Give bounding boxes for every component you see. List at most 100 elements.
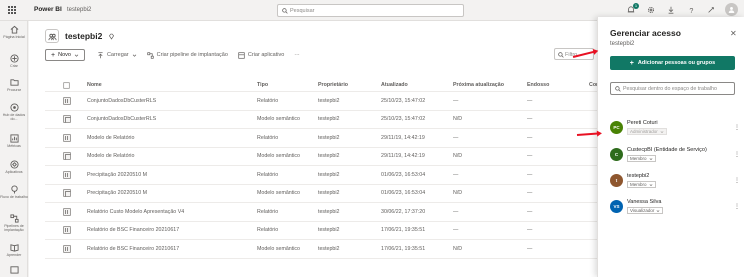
item-next-refresh: —	[453, 97, 459, 104]
more-options-icon[interactable]: ⋮	[734, 203, 740, 210]
create-app-button[interactable]: Criar aplicativo	[238, 51, 284, 59]
workspace-breadcrumb[interactable]: testepbi2	[67, 7, 91, 13]
item-name-link[interactable]: ConjuntoDadosDbCusterRLS	[87, 111, 252, 129]
nav-learn[interactable]: Aprender	[0, 243, 28, 257]
app-name[interactable]: Power BI	[34, 6, 62, 13]
notifications-icon[interactable]: 1	[625, 2, 639, 16]
item-type: Modelo semântico	[257, 190, 300, 197]
panel-search-input[interactable]: Pesquisar dentro do espaço de trabalho	[610, 82, 735, 95]
item-type: Relatório	[257, 208, 279, 215]
manage-access-panel: Gerenciar acesso testepbi2 ✕ + Adicionar…	[597, 17, 744, 277]
create-pipeline-label: Criar pipeline de implantação	[156, 52, 228, 58]
table-row[interactable]: Modelo de Relatório Modelo semântico teste…	[45, 148, 597, 166]
column-header-next-refresh[interactable]: Próxima atualização	[453, 79, 519, 91]
member-role-label: Membro	[630, 156, 647, 161]
table-row[interactable]: Precipitação 20220510 M Relatório testepbi…	[45, 166, 597, 185]
member-item: PC Pereti Coturi Administrador ⋮	[610, 119, 740, 141]
nav-home[interactable]: Página Inicial	[0, 25, 28, 39]
nav-create[interactable]: Criar	[0, 54, 28, 68]
table-row[interactable]: Relatório de BSC Financeiro 20210617 Mode…	[45, 240, 597, 259]
item-endorsement: —	[527, 208, 533, 215]
item-endorsement: —	[527, 116, 533, 123]
new-button-label: Novo	[58, 52, 71, 58]
create-pipeline-button[interactable]: Criar pipeline de implantação	[146, 51, 228, 59]
member-role-dropdown: Administrador	[627, 128, 667, 135]
column-header-name[interactable]: Nome	[87, 79, 252, 91]
item-name-link[interactable]: Relatório de BSC Financeiro 20210617	[87, 240, 252, 258]
avatar: C	[610, 148, 623, 161]
item-name-link[interactable]: ConjuntoDadosDbCusterRLS	[87, 92, 252, 110]
column-header-type[interactable]: Tipo	[257, 79, 317, 91]
item-name-link[interactable]: Precipitação 20220510 M	[87, 166, 252, 184]
item-name-link[interactable]: Precipitação 20220510 M	[87, 185, 252, 203]
upload-button[interactable]: Carregar	[97, 51, 137, 59]
nav-label: Criar	[10, 64, 18, 68]
avatar: VS	[610, 200, 623, 213]
chevron-down-icon	[132, 54, 136, 57]
item-endorsement: —	[527, 171, 533, 178]
item-name-link[interactable]: Modelo de Relatório	[87, 148, 252, 166]
nav-workspaces[interactable]	[0, 265, 28, 274]
table-row[interactable]: Modelo de Relatório Relatório testepbi2 29/…	[45, 129, 597, 148]
item-owner: testepbi2	[318, 97, 340, 104]
filter-input[interactable]: Filtro	[554, 48, 594, 60]
item-updated: 01/06/23, 16:53:04	[381, 171, 426, 178]
table-row[interactable]: ConjuntoDadosDbCusterRLS Modelo semântico…	[45, 111, 597, 129]
table-row[interactable]: Precipitação 20220510 M Modelo semântico t…	[45, 185, 597, 203]
member-name: Vanessa Silva	[627, 199, 662, 205]
global-search-input[interactable]: Pesquisar	[277, 4, 464, 17]
more-options-button[interactable]: ···	[294, 52, 300, 58]
member-name: testepbi2	[627, 173, 650, 179]
nav-label: Fluxo de trabalho	[0, 195, 28, 199]
column-header-endorsement[interactable]: Endosso	[527, 79, 567, 91]
member-role-label: Visualizador	[630, 208, 655, 213]
download-icon[interactable]	[665, 4, 677, 16]
member-role-dropdown[interactable]: Membro	[627, 181, 656, 188]
more-options-icon[interactable]: ⋮	[734, 151, 740, 158]
item-name-link[interactable]: Relatório de BSC Financeiro 20210617	[87, 222, 252, 240]
item-updated: 01/06/23, 16:53:04	[381, 190, 426, 197]
close-icon[interactable]: ✕	[730, 29, 737, 38]
nav-deployment-pipelines[interactable]: Pipelines de implantação	[0, 214, 28, 232]
account-icon[interactable]	[725, 3, 738, 16]
nav-metrics[interactable]: Métricas	[0, 134, 28, 148]
app-launcher-icon[interactable]	[8, 6, 16, 14]
workspace-logo-icon	[45, 29, 59, 43]
member-role-dropdown[interactable]: Visualizador	[627, 207, 664, 214]
new-button[interactable]: + Novo	[45, 49, 85, 61]
home-icon	[10, 25, 18, 34]
nav-workflow[interactable]: Fluxo de trabalho	[0, 185, 28, 199]
member-role-label: Administrador	[630, 129, 658, 134]
item-owner: testepbi2	[318, 116, 340, 123]
item-updated: 29/11/19, 14:42:19	[381, 134, 425, 141]
add-people-button[interactable]: + Adicionar pessoas ou grupos	[610, 56, 735, 70]
left-navigation: Página Inicial Criar Procurar Hub de dad…	[0, 21, 28, 277]
member-role-dropdown[interactable]: Membro	[627, 155, 656, 162]
table-row[interactable]: ConjuntoDadosDbCusterRLS Relatório testepb…	[45, 92, 597, 111]
more-options-icon[interactable]: ⋮	[734, 124, 740, 131]
nav-apps[interactable]: Aplicativos	[0, 160, 28, 174]
nav-browse[interactable]: Procurar	[0, 78, 28, 92]
feedback-icon[interactable]	[705, 4, 717, 16]
item-owner: testepbi2	[318, 134, 340, 141]
column-header-updated[interactable]: Atualizado	[381, 79, 453, 91]
item-updated: 29/11/19, 14:42:19	[381, 153, 425, 160]
nav-data-hub[interactable]: Hub de dados do...	[0, 103, 28, 121]
deployment-pipelines-icon	[9, 214, 19, 223]
table-row[interactable]: Relatório de BSC Financeiro 20210617 Rela…	[45, 222, 597, 240]
table-row[interactable]: Relatório Custo Modelo Apresentação V4 Re…	[45, 203, 597, 222]
help-icon[interactable]: ?	[685, 4, 697, 16]
item-name-link[interactable]: Modelo de Relatório	[87, 129, 252, 147]
more-options-icon[interactable]: ⋮	[734, 177, 740, 184]
column-header-owner[interactable]: Proprietário	[318, 79, 378, 91]
avatar: PC	[610, 121, 623, 134]
settings-icon[interactable]	[645, 4, 657, 16]
item-owner: testepbi2	[318, 153, 340, 160]
avatar: t	[610, 174, 623, 187]
report-icon	[63, 203, 75, 221]
item-name-link[interactable]: Relatório Custo Modelo Apresentação V4	[87, 203, 252, 221]
diamond-icon	[109, 33, 115, 40]
apps-icon	[238, 51, 245, 59]
data-hub-icon	[9, 103, 19, 112]
semantic-model-icon	[63, 111, 75, 129]
